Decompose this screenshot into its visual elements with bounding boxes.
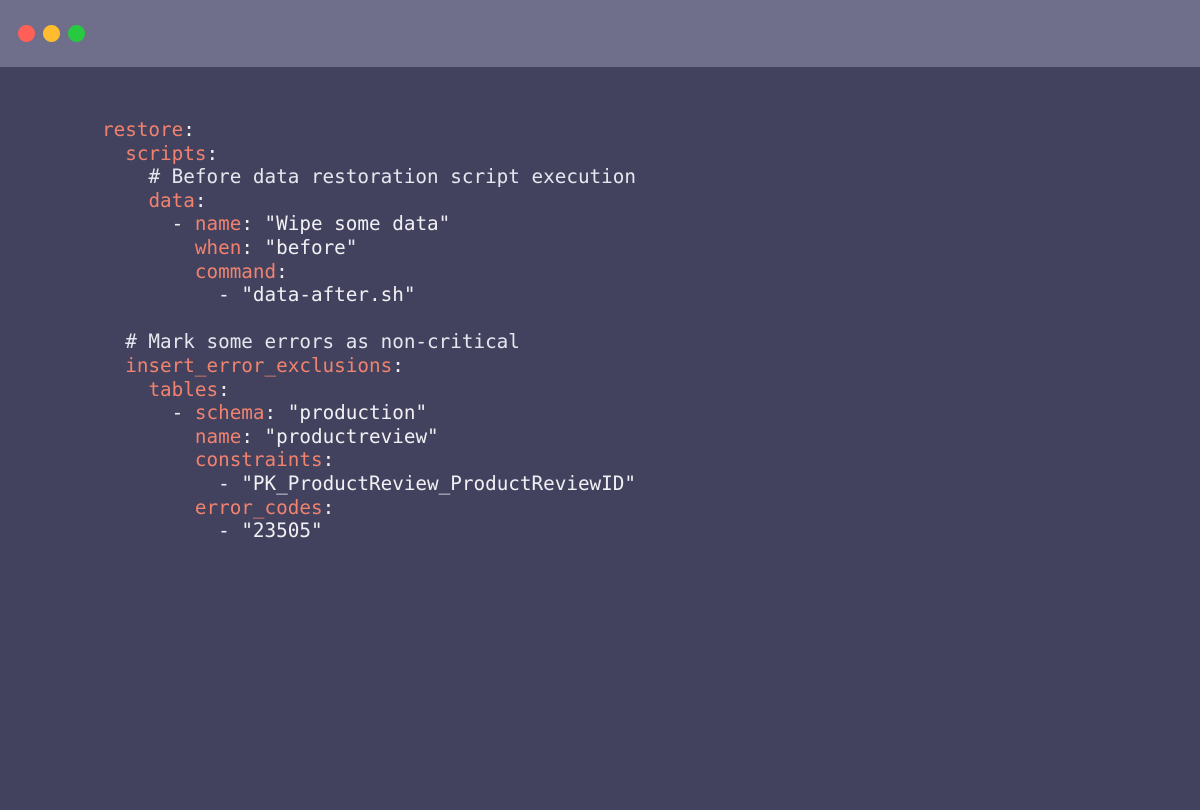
yaml-punctuation: : — [241, 212, 265, 236]
window-titlebar — [0, 0, 1200, 67]
yaml-key: restore — [102, 118, 184, 141]
code-line: when: "before" — [102, 236, 636, 260]
yaml-string: "productreview" — [264, 424, 439, 448]
yaml-punctuation: - — [171, 212, 195, 236]
yaml-punctuation: : — [194, 188, 207, 212]
yaml-comment: # Mark some errors as non-critical — [125, 330, 520, 354]
yaml-key: name — [194, 212, 242, 236]
yaml-punctuation: : — [206, 141, 219, 165]
yaml-key: command — [194, 259, 277, 283]
code-line: # Before data restoration script executi… — [102, 165, 636, 189]
code-line: name: "productreview" — [102, 425, 636, 449]
yaml-key: data — [148, 188, 195, 212]
code-window: restore: scripts: # Before data restorat… — [0, 0, 1200, 810]
yaml-punctuation: : — [241, 424, 265, 448]
yaml-key: insert_error_exclusions — [125, 353, 393, 377]
code-line: # Mark some errors as non-critical — [102, 330, 636, 354]
code-line: restore: — [102, 118, 636, 142]
yaml-string: "before" — [264, 235, 358, 259]
yaml-comment: # Before data restoration script executi… — [148, 165, 636, 189]
yaml-punctuation: : — [264, 401, 288, 425]
code-line: insert_error_exclusions: — [102, 354, 636, 378]
yaml-punctuation: - — [171, 401, 195, 425]
yaml-string: "23505" — [241, 519, 323, 543]
code-editor[interactable]: restore: scripts: # Before data restorat… — [0, 67, 1200, 810]
yaml-key: scripts — [125, 141, 207, 165]
yaml-punctuation: : — [276, 259, 288, 283]
code-line: - name: "Wipe some data" — [102, 212, 636, 236]
yaml-punctuation: : — [241, 235, 265, 259]
yaml-punctuation: : — [322, 448, 335, 472]
close-window-button[interactable] — [18, 25, 35, 42]
yaml-key: name — [194, 424, 242, 448]
yaml-key: constraints — [194, 448, 323, 472]
code-line: command: — [102, 260, 636, 284]
yaml-punctuation: : — [392, 353, 404, 377]
code-line: - "data-after.sh" — [102, 283, 636, 307]
code-line: - schema: "production" — [102, 401, 636, 425]
code-line: data: — [102, 189, 636, 213]
code-line: constraints: — [102, 448, 636, 472]
yaml-punctuation: - — [218, 471, 242, 495]
yaml-key: tables — [148, 377, 219, 401]
yaml-punctuation: - — [218, 283, 242, 307]
yaml-key: schema — [194, 401, 265, 425]
maximize-window-button[interactable] — [68, 25, 85, 42]
yaml-string: "PK_ProductReview_ProductReviewID" — [241, 471, 636, 495]
yaml-key: error_codes — [194, 495, 323, 519]
minimize-window-button[interactable] — [43, 25, 60, 42]
code-line: - "PK_ProductReview_ProductReviewID" — [102, 472, 636, 496]
yaml-string: "Wipe some data" — [264, 212, 451, 236]
yaml-punctuation: : — [218, 377, 230, 401]
yaml-punctuation: : — [322, 495, 335, 519]
code-line: error_codes: — [102, 496, 636, 520]
code-line: - "23505" — [102, 519, 636, 543]
yaml-punctuation: : — [183, 118, 195, 141]
yaml-key: when — [194, 235, 242, 259]
yaml-punctuation: - — [218, 519, 242, 543]
code-line: tables: — [102, 378, 636, 402]
yaml-string: "data-after.sh" — [241, 283, 416, 307]
yaml-code-block: restore: scripts: # Before data restorat… — [102, 118, 636, 543]
code-line: scripts: — [102, 142, 636, 166]
yaml-string: "production" — [287, 401, 428, 425]
